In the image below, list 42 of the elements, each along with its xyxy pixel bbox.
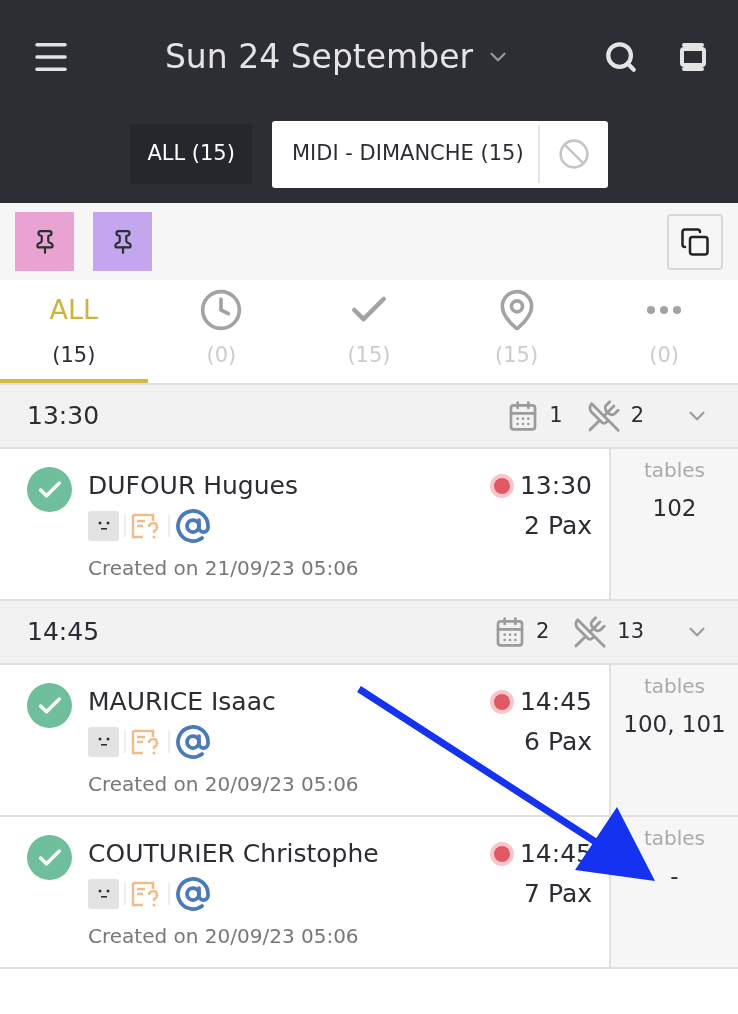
- guest-name[interactable]: DUFOUR Hugues: [88, 467, 494, 505]
- email-icon: [175, 723, 211, 760]
- layout-icon[interactable]: [678, 40, 708, 73]
- more-icon: [647, 306, 682, 314]
- email-icon: [175, 875, 211, 912]
- cutlery-icon: [573, 615, 608, 649]
- created-date: Created on 20/09/23 05:06: [88, 770, 360, 798]
- cover-count: 13: [617, 618, 644, 646]
- tables-label: tables: [643, 825, 706, 852]
- date-title[interactable]: Sun 24 September: [164, 31, 474, 82]
- reservation-time: 13:30: [519, 470, 592, 503]
- booking-count: 1: [549, 402, 563, 430]
- neutral-face-icon: [88, 726, 119, 757]
- pinned-note[interactable]: [15, 212, 74, 271]
- search-icon[interactable]: [604, 39, 638, 74]
- party-size: 2 Pax: [524, 510, 592, 542]
- neutral-face-icon: [88, 878, 119, 909]
- tables-label: tables: [643, 457, 706, 484]
- table-numbers: 100, 101: [623, 710, 726, 739]
- service-filter[interactable]: ALL (15): [130, 124, 252, 184]
- notes-button[interactable]: [667, 213, 723, 270]
- cutlery-icon: [586, 399, 621, 433]
- table-numbers: 102: [652, 494, 697, 523]
- guest-name[interactable]: MAURICE Isaac: [88, 683, 494, 721]
- created-date: Created on 20/09/23 05:06: [88, 922, 360, 950]
- party-size: 7 Pax: [524, 878, 592, 910]
- created-date: Created on 21/09/23 05:06: [88, 554, 360, 582]
- clock-icon: [199, 288, 244, 332]
- table-numbers: -: [670, 862, 679, 891]
- reservation-time: 14:45: [519, 686, 592, 719]
- tables-label: tables: [643, 673, 706, 700]
- guest-name[interactable]: COUTURIER Christophe: [88, 835, 494, 873]
- email-icon: [175, 507, 211, 544]
- service-filter[interactable]: MIDI - DIMANCHE (15): [271, 120, 608, 188]
- booking-count: 2: [535, 618, 550, 646]
- notes-icon: [680, 226, 710, 257]
- party-size: 6 Pax: [524, 726, 592, 758]
- time-group-header[interactable]: 14:45 2 13: [0, 601, 738, 665]
- time-group-header[interactable]: 13:30 1 2: [0, 385, 738, 449]
- neutral-face-icon: [88, 510, 119, 541]
- pinned-note[interactable]: [93, 212, 152, 271]
- cover-count: 2: [630, 402, 644, 430]
